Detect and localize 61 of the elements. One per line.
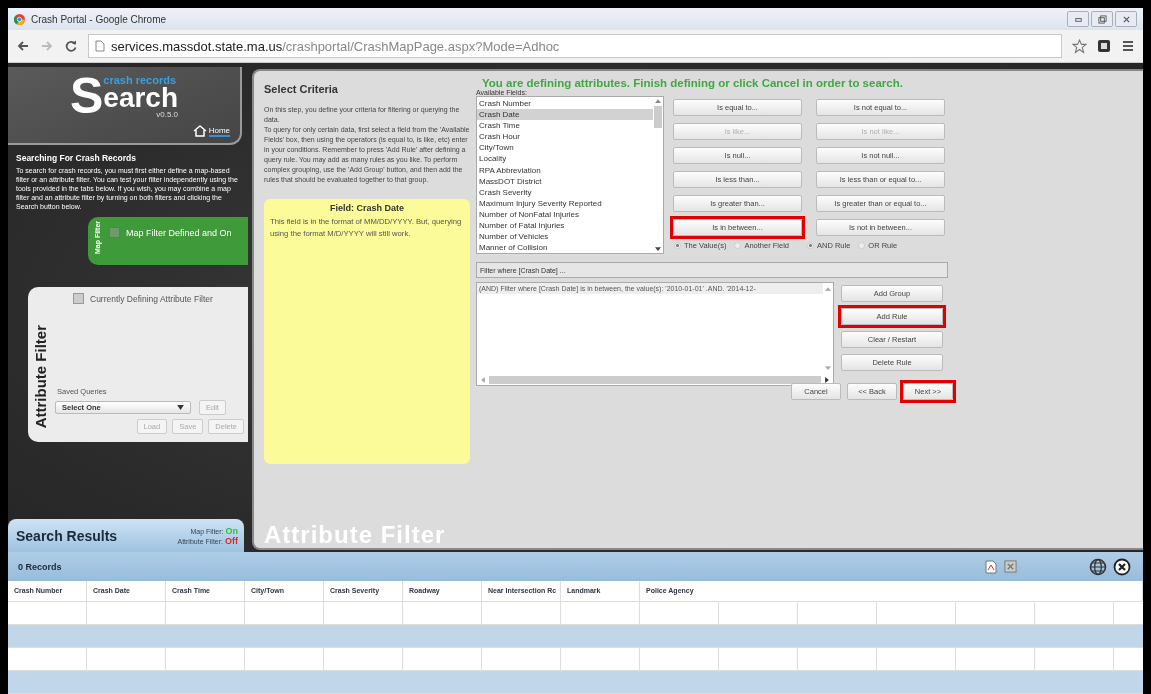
window-title: Crash Portal - Google Chrome [31, 13, 167, 25]
field-item[interactable]: Crash Severity [477, 186, 653, 198]
field-item[interactable]: Crash Number [477, 98, 653, 110]
star-icon[interactable] [1072, 38, 1087, 54]
menu-icon[interactable] [1121, 39, 1135, 53]
field-item[interactable]: Number of Fatal Injuries [477, 220, 653, 232]
scroll-right-icon[interactable] [825, 376, 829, 383]
field-item[interactable]: MassDOT District [477, 175, 653, 187]
checkbox[interactable] [73, 293, 84, 304]
page-icon [95, 40, 105, 52]
home-link[interactable]: Home [208, 125, 230, 137]
restore-button[interactable] [1091, 11, 1113, 27]
status-value: On [225, 525, 238, 536]
scrollbar[interactable] [653, 97, 663, 253]
restore-icon [1097, 14, 1107, 24]
spreadsheet-export-icon[interactable] [1004, 560, 1017, 574]
browser-logo-icon [14, 13, 25, 25]
tab-title: Search Results [16, 527, 118, 544]
field-item[interactable]: City/Town [477, 142, 653, 154]
globe-icon[interactable] [1089, 557, 1107, 576]
extension-icon[interactable] [1097, 39, 1111, 53]
field-item[interactable]: Crash Time [477, 120, 653, 132]
field-item[interactable]: Manner of Collision [477, 242, 653, 254]
field-item[interactable]: Maximum Injury Severity Reported [477, 197, 653, 209]
field-item[interactable]: RPA Abbreviation [477, 164, 653, 176]
back-icon[interactable] [16, 39, 30, 53]
intro-heading: Searching For Crash Records [16, 153, 137, 163]
logo-initial: S [69, 73, 104, 119]
status-value: Off [225, 535, 238, 546]
field-item[interactable]: Crash Date [477, 109, 653, 121]
section-heading: Select Criteria [264, 83, 339, 95]
logo-word: earch [103, 86, 179, 110]
field-item[interactable]: Locality [477, 153, 653, 165]
field-item[interactable]: Number of NonFatal Injuries [477, 208, 653, 221]
url-text: services.massdot.state.ma.us/crashportal/CrashMapPage.aspx?Mode=Adhoc [111, 38, 560, 54]
checkbox-label: Currently Defining Attribute Filter [90, 293, 213, 304]
close-button[interactable] [1115, 11, 1137, 27]
scroll-up-icon[interactable] [825, 287, 831, 291]
field-item[interactable]: Number of Vehicles [477, 231, 653, 243]
scroll-down-icon[interactable] [655, 247, 661, 251]
close-icon[interactable] [1113, 557, 1131, 576]
checkbox[interactable] [109, 227, 120, 238]
record-count: 0 Records [18, 561, 62, 572]
checkbox-label: Map Filter Defined and On [126, 227, 232, 238]
status-message: You are defining attributes. Finish defining or click Cancel in order to search. [482, 77, 904, 89]
note-heading: Field: Crash Date [329, 203, 405, 213]
pdf-export-icon[interactable] [984, 559, 998, 574]
close-icon [1121, 14, 1131, 24]
dropdown-caret-icon [177, 405, 184, 410]
scroll-left-icon[interactable] [481, 376, 485, 383]
minimize-button[interactable] [1067, 11, 1089, 27]
field-item[interactable]: Crash Hour [477, 131, 653, 143]
address-bar[interactable]: services.massdot.state.ma.us/crashportal/CrashMapPage.aspx?Mode=Adhoc [88, 34, 1062, 58]
scrollbar-thumb[interactable] [489, 375, 821, 384]
version-label: v0.5.0 [156, 110, 179, 119]
home-icon[interactable] [192, 125, 207, 137]
scroll-up-icon[interactable] [655, 99, 661, 103]
panel-label: Attribute Filter [32, 324, 49, 428]
reload-icon[interactable] [64, 39, 78, 53]
logo-tagline: crash records [103, 75, 178, 86]
scrollbar-thumb[interactable] [654, 106, 662, 128]
